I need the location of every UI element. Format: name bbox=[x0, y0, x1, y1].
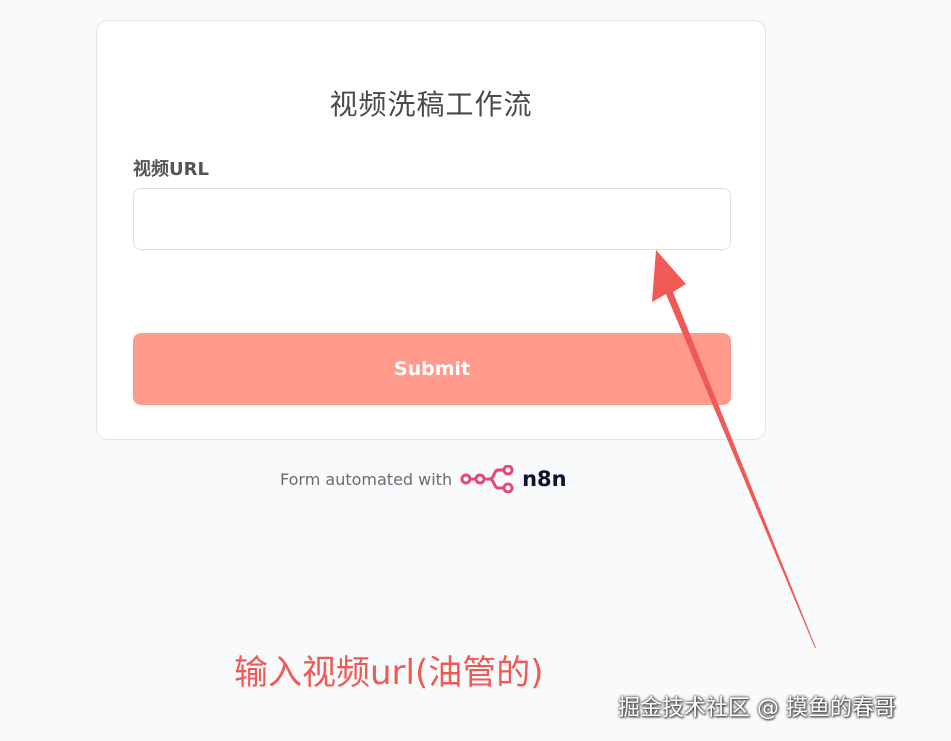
annotation-text: 输入视频url(油管的) bbox=[234, 653, 544, 693]
watermark-text: 掘金技术社区 @ 摸鱼的春哥 bbox=[618, 696, 896, 721]
annotation-arrow bbox=[652, 250, 816, 648]
